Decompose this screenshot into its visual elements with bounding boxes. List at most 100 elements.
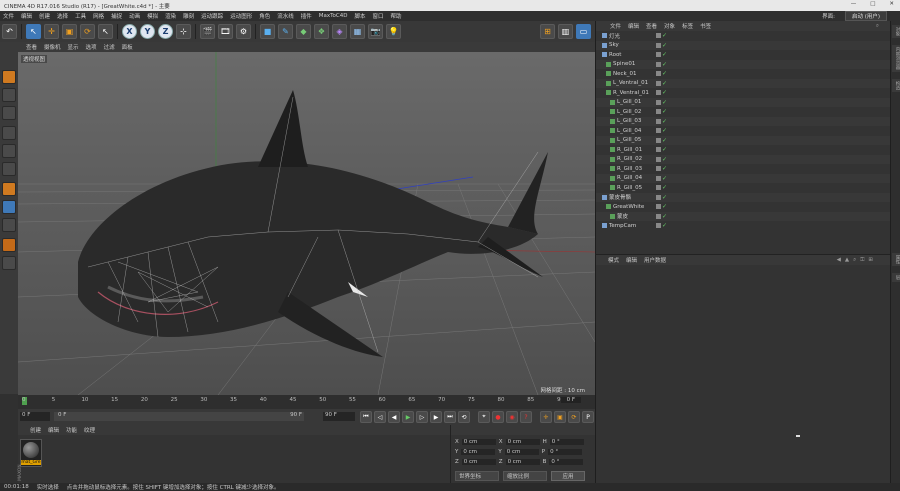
object-row[interactable]: Spine01 ✓ xyxy=(596,59,891,69)
recent-icon[interactable]: ↖ xyxy=(98,24,113,39)
model-mode-icon[interactable] xyxy=(2,70,16,84)
keyframe-icon[interactable]: ⌖ xyxy=(478,411,490,423)
snap-icon[interactable] xyxy=(2,218,16,232)
object-row[interactable]: 蒙皮 ✓ xyxy=(596,211,891,221)
rot-p-field[interactable]: 0 ° xyxy=(548,449,583,455)
workplane-icon[interactable] xyxy=(2,106,16,120)
visibility-toggle[interactable] xyxy=(656,137,661,143)
menu-file[interactable]: 文件 xyxy=(3,12,14,20)
rot-h-field[interactable]: 0 ° xyxy=(549,439,584,445)
enabled-check-icon[interactable]: ✓ xyxy=(662,203,667,210)
enabled-check-icon[interactable]: ✓ xyxy=(662,61,667,68)
layout-select[interactable]: 启动 (用户) xyxy=(844,11,887,21)
record-icon[interactable]: ● xyxy=(492,411,504,423)
enabled-check-icon[interactable]: ✓ xyxy=(662,42,667,49)
visibility-toggle[interactable] xyxy=(656,147,661,152)
menu-sculpt[interactable]: 雕刻 xyxy=(183,12,194,20)
objmgr-menu-bookmarks[interactable]: 书签 xyxy=(700,22,711,30)
object-row[interactable]: Root ✓ xyxy=(596,50,891,59)
key-position-icon[interactable]: ✛ xyxy=(540,411,552,423)
menu-plugins[interactable]: 插件 xyxy=(301,12,312,20)
object-row[interactable]: L_Gill_01 ✓ xyxy=(596,97,891,107)
side-tab-content-browser[interactable]: 内容浏览器 xyxy=(892,45,900,72)
close-button[interactable]: ✕ xyxy=(889,1,894,7)
object-row[interactable]: 灯光 ✓ xyxy=(596,31,891,40)
deformer-icon[interactable]: ◈ xyxy=(332,24,347,39)
size-x-field[interactable]: 0 cm xyxy=(505,439,540,445)
z-axis-icon[interactable]: Z xyxy=(158,24,173,39)
enabled-check-icon[interactable]: ✓ xyxy=(662,184,667,191)
enabled-check-icon[interactable]: ✓ xyxy=(662,213,667,220)
enabled-check-icon[interactable]: ✓ xyxy=(662,222,667,229)
grid-icon[interactable] xyxy=(2,256,16,270)
scale-icon[interactable]: ▣ xyxy=(62,24,77,39)
object-row[interactable]: L_Gill_05 ✓ xyxy=(596,135,891,145)
viewport-menu-cameras[interactable]: 摄像机 xyxy=(44,43,61,51)
enabled-check-icon[interactable]: ✓ xyxy=(662,137,667,144)
viewport-menu-panel[interactable]: 面板 xyxy=(122,43,133,51)
end-frame-field[interactable]: 90 F xyxy=(323,412,355,421)
visibility-toggle[interactable] xyxy=(656,204,661,209)
object-row[interactable]: R_Gill_03 ✓ xyxy=(596,164,891,173)
object-row[interactable]: R_Ventral_01 ✓ xyxy=(596,88,891,97)
next-key-icon[interactable]: ▶ xyxy=(430,411,442,423)
menu-motion-tracking[interactable]: 运动跟踪 xyxy=(201,12,223,20)
visibility-toggle[interactable] xyxy=(656,128,661,133)
menu-window[interactable]: 窗口 xyxy=(373,12,384,20)
key-parameter-icon[interactable]: P xyxy=(582,411,594,423)
enabled-check-icon[interactable]: ✓ xyxy=(662,175,667,182)
enabled-check-icon[interactable]: ✓ xyxy=(662,51,667,58)
menu-script[interactable]: 脚本 xyxy=(355,12,366,20)
objmgr-search-icon[interactable]: ⌕ xyxy=(876,23,879,30)
visibility-toggle[interactable] xyxy=(656,166,661,171)
visibility-toggle[interactable] xyxy=(656,99,661,105)
side-tab-structure[interactable]: 构造 xyxy=(892,79,900,92)
workplane-lock-icon[interactable] xyxy=(2,238,16,252)
y-axis-icon[interactable]: Y xyxy=(140,24,155,39)
attr-menu-edit[interactable]: 编辑 xyxy=(626,256,637,264)
render-picture-view-icon[interactable]: 🎞 xyxy=(218,24,233,39)
render-settings-icon[interactable]: ⚙ xyxy=(236,24,251,39)
menu-edit[interactable]: 编辑 xyxy=(21,12,32,20)
enabled-check-icon[interactable]: ✓ xyxy=(662,146,667,153)
great-white-shark-mesh[interactable] xyxy=(78,90,548,357)
start-frame-field[interactable]: 0 F xyxy=(20,412,50,421)
rot-b-field[interactable]: 0 ° xyxy=(549,459,584,465)
menu-simulate[interactable]: 模拟 xyxy=(147,12,158,20)
split-view-icon[interactable]: ▥ xyxy=(558,24,573,39)
pen-icon[interactable]: ✎ xyxy=(278,24,293,39)
visibility-toggle[interactable] xyxy=(656,42,661,48)
objmgr-menu-file[interactable]: 文件 xyxy=(610,22,621,30)
size-z-field[interactable]: 0 cm xyxy=(505,459,540,465)
autokey-icon[interactable]: ◉ xyxy=(506,411,518,423)
object-row[interactable]: L_Gill_02 ✓ xyxy=(596,107,891,116)
side-tab-layers[interactable]: 层 xyxy=(892,273,900,282)
enabled-check-icon[interactable]: ✓ xyxy=(662,118,667,125)
visibility-toggle[interactable] xyxy=(656,109,661,114)
key-scale-icon[interactable]: ▣ xyxy=(554,411,566,423)
cube-icon[interactable]: ■ xyxy=(260,24,275,39)
cloner-icon[interactable]: ❖ xyxy=(314,24,329,39)
menu-select[interactable]: 选择 xyxy=(57,12,68,20)
menu-animate[interactable]: 动画 xyxy=(129,12,140,20)
objmgr-menu-objects[interactable]: 对象 xyxy=(664,22,675,30)
menu-snap[interactable]: 捕捉 xyxy=(111,12,122,20)
visibility-toggle[interactable] xyxy=(656,90,661,95)
enabled-check-icon[interactable]: ✓ xyxy=(662,156,667,163)
visibility-toggle[interactable] xyxy=(656,52,661,57)
render-view-icon[interactable]: 🎬 xyxy=(200,24,215,39)
timeline-current-frame[interactable]: 0 F xyxy=(560,397,581,403)
object-row[interactable]: R_Gill_01 ✓ xyxy=(596,145,891,154)
attr-nav-icons[interactable]: ◀▲⌕⚿⊞ xyxy=(837,257,877,264)
pos-z-field[interactable]: 0 cm xyxy=(461,459,496,465)
previous-key-icon[interactable]: ◁ xyxy=(374,411,386,423)
texture-mode-icon[interactable] xyxy=(2,88,16,102)
object-row[interactable]: L_Gill_04 ✓ xyxy=(596,126,891,135)
maximize-button[interactable]: □ xyxy=(870,1,875,7)
coord-system-icon[interactable]: ⊹ xyxy=(176,24,191,39)
object-row[interactable]: 蒙皮骨骼 ✓ xyxy=(596,192,891,202)
x-axis-icon[interactable]: X xyxy=(122,24,137,39)
subdivision-icon[interactable]: ◆ xyxy=(296,24,311,39)
viewport-menu-filter[interactable]: 过滤 xyxy=(104,43,115,51)
enabled-check-icon[interactable]: ✓ xyxy=(662,32,667,39)
